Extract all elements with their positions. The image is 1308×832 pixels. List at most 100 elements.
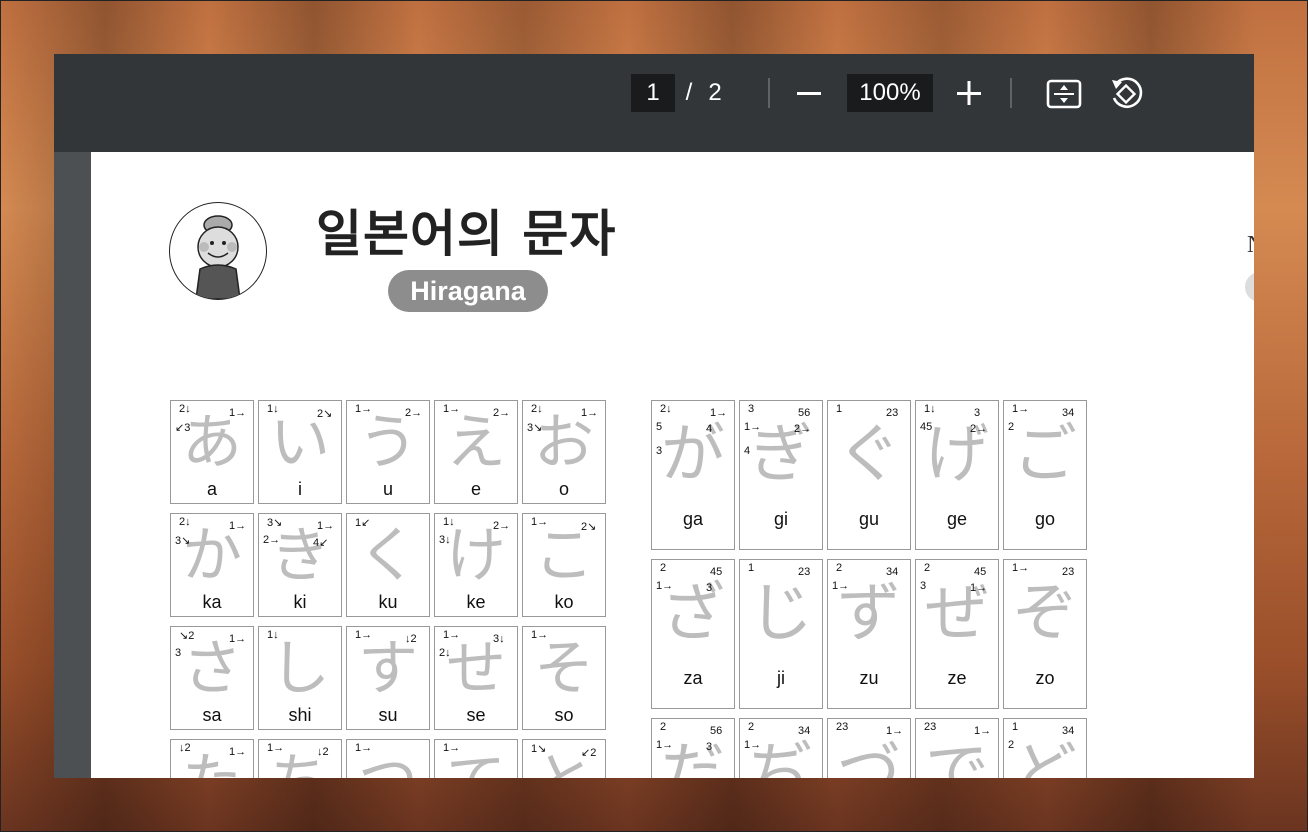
stroke-order-label: 1→ xyxy=(744,739,762,751)
kana-cell: ぐ 1 23 gu xyxy=(827,400,911,550)
stroke-order-label: 2↓ xyxy=(439,647,451,659)
romaji-label: a xyxy=(206,479,217,499)
kana-character: え xyxy=(446,408,506,478)
stroke-order-label: ↓2 xyxy=(317,746,329,758)
romaji-label: ge xyxy=(946,509,968,529)
stroke-order-label: ↓2 xyxy=(179,742,191,754)
kana-character: ち xyxy=(259,752,341,778)
stroke-order-label: 2 xyxy=(660,721,667,733)
romaji-label: ga xyxy=(682,509,704,529)
stroke-order-label: 2→ xyxy=(493,407,511,419)
kana-cell: げ 1↓ 3 45 2→ ge xyxy=(915,400,999,550)
kana-cell: せ 1→ 3↓ 2↓ se xyxy=(434,626,518,730)
romaji-label: zu xyxy=(859,668,879,688)
kana-cell: ぎ 3 56 1→ 2→ 4 gi xyxy=(739,400,823,550)
kana-cell: あ 2↓ 1→ ↙3 a xyxy=(170,400,254,504)
kana-character: ご xyxy=(1013,418,1077,492)
stroke-order-label: 2↓ xyxy=(660,403,672,415)
romaji-label: ze xyxy=(947,668,967,688)
stroke-order-label: 1→ xyxy=(229,520,247,532)
avatar xyxy=(169,202,267,300)
stroke-order-label: 56 xyxy=(798,407,811,419)
romaji-label: gi xyxy=(773,509,788,529)
pdf-toolbar: 1 / 2 100% xyxy=(54,54,1254,152)
romaji-label: shi xyxy=(288,705,312,725)
stroke-order-label: 23 xyxy=(886,407,899,419)
kana-cell: さ ↘2 1→ 3 sa xyxy=(170,626,254,730)
page-gutter xyxy=(54,152,91,778)
stroke-order-label: 2↘ xyxy=(581,521,597,533)
kana-cell: ぢ2341→di xyxy=(739,718,823,778)
romaji-label: zo xyxy=(1035,668,1055,688)
kana-cell: そ 1→ so xyxy=(522,626,606,730)
fit-to-page-button[interactable] xyxy=(1044,74,1084,114)
stroke-order-label: 2→ xyxy=(493,520,511,532)
stroke-order-label: 1→ xyxy=(443,742,461,754)
stroke-order-label: 2↘ xyxy=(317,408,333,420)
kana-cell: く 1↙ ku xyxy=(346,513,430,617)
page-number-input[interactable]: 1 xyxy=(631,74,675,112)
stroke-order-label: 2↓ xyxy=(179,516,191,528)
zoom-in-button[interactable] xyxy=(950,74,988,112)
document-title: 일본어의 문자 xyxy=(316,205,617,263)
toolbar-divider xyxy=(768,78,770,108)
stroke-order-label: 1→ xyxy=(1012,403,1030,415)
kana-cell: だ2561→3da xyxy=(651,718,735,778)
stroke-order-label: 3↘ xyxy=(527,422,543,434)
stroke-order-label: ↘2 xyxy=(179,630,195,642)
stroke-order-label: ↙2 xyxy=(581,747,597,759)
fit-to-page-icon xyxy=(1046,79,1082,109)
stroke-order-label: 3 xyxy=(748,403,755,415)
rotate-icon xyxy=(1112,77,1143,108)
stroke-order-label: 1→ xyxy=(744,421,762,433)
stroke-order-label: 1→ xyxy=(581,407,599,419)
kana-cell: が 2↓ 1→ 5 4 3 ga xyxy=(651,400,735,550)
stroke-order-label: 3 xyxy=(706,582,713,594)
stroke-order-label: 1→ xyxy=(656,580,674,592)
rotate-button[interactable] xyxy=(1106,74,1146,114)
stroke-order-label: 45 xyxy=(710,566,723,578)
stroke-order-label: 1→ xyxy=(710,407,728,419)
romaji-label: su xyxy=(378,705,398,725)
romaji-label: i xyxy=(298,479,302,499)
kana-cell: き 3↘ 1→ 2→ 4↙ ki xyxy=(258,513,342,617)
stroke-order-label: 5 xyxy=(656,421,663,433)
stroke-order-label: 3↘ xyxy=(175,535,191,547)
romaji-label: ki xyxy=(293,592,307,612)
stroke-order-label: 1→ xyxy=(970,582,988,594)
zoom-out-button[interactable] xyxy=(790,74,828,112)
stroke-order-label: 1→ xyxy=(656,739,674,751)
romaji-label: u xyxy=(382,479,393,499)
stroke-order-label: 2 xyxy=(1008,421,1015,433)
stroke-order-label: 56 xyxy=(710,725,723,737)
pdf-page: 일본어의 문자 Hiragana N あ2↓1→↙3aい1↓2↘iう1→2→uえ… xyxy=(91,152,1254,778)
kana-cell: ぜ 2 45 3 1→ ze xyxy=(915,559,999,709)
kana-character: こ xyxy=(534,521,594,591)
stroke-order-label: 1→ xyxy=(443,629,461,641)
stroke-order-label: 1↓ xyxy=(924,403,936,415)
stroke-order-label: 2 xyxy=(836,562,843,574)
romaji-label: ku xyxy=(378,592,398,612)
stroke-order-label: 2 xyxy=(924,562,931,574)
kana-character: じ xyxy=(749,577,813,651)
romaji-label: go xyxy=(1034,509,1056,529)
kana-cell: い 1↓ 2↘ i xyxy=(258,400,342,504)
kana-character: ぞ xyxy=(1013,577,1077,651)
stroke-order-label: 3↓ xyxy=(439,534,451,546)
kana-cell: お 2↓ 1→ 3↘ o xyxy=(522,400,606,504)
kana-character: す xyxy=(358,634,418,704)
kana-cell: ぞ 1→ 23 zo xyxy=(1003,559,1087,709)
stroke-order-label: ↓2 xyxy=(405,633,417,645)
stroke-order-label: 1→ xyxy=(974,725,992,737)
zoom-level-input[interactable]: 100% xyxy=(847,74,933,112)
stroke-order-label: 1↓ xyxy=(267,403,279,415)
kana-cell: う 1→ 2→ u xyxy=(346,400,430,504)
stroke-order-label: 2 xyxy=(748,721,755,733)
stroke-order-label: 4 xyxy=(706,423,713,435)
kana-character: し xyxy=(270,634,330,704)
stroke-order-label: 1↘ xyxy=(531,743,547,755)
character-illustration xyxy=(195,215,241,299)
kana-cell: し 1↓ shi xyxy=(258,626,342,730)
kana-cell: こ 1→ 2↘ ko xyxy=(522,513,606,617)
kana-character: さ xyxy=(182,634,242,704)
